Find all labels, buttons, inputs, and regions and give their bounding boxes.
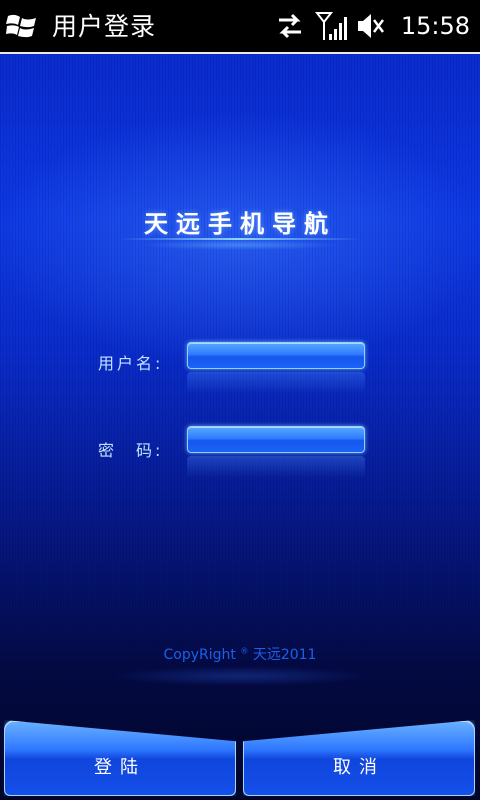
- username-input[interactable]: [187, 342, 365, 369]
- status-bar: 用户登录 15:58: [0, 0, 480, 52]
- status-icons: 15:58: [275, 0, 470, 52]
- copyright-prefix: CopyRight: [163, 647, 236, 663]
- login-panel: 天远手机导航 用户名: 密 码: CopyRight ® 天远2011: [0, 54, 480, 800]
- signal-strength-icon: [314, 12, 347, 40]
- username-input-reflection: [187, 372, 365, 394]
- copyright-suffix: 天远2011: [252, 647, 317, 663]
- password-input[interactable]: [187, 426, 365, 453]
- username-label: 用户名:: [98, 354, 164, 373]
- cancel-button-label: 取消: [333, 757, 385, 778]
- login-screen: 用户登录 15:58 天远手机导航 用户名: 密 码: CopyRight ® …: [0, 0, 480, 800]
- app-title: 用户登录: [52, 12, 157, 41]
- copyright-glow: [110, 666, 370, 686]
- login-button-label: 登陆: [94, 757, 146, 778]
- copyright-text: CopyRight ® 天远2011: [0, 644, 480, 664]
- volume-mute-icon: [357, 14, 384, 38]
- password-label: 密 码:: [98, 441, 164, 460]
- brand-glow: [140, 240, 340, 250]
- windows-start-icon[interactable]: [6, 11, 38, 41]
- copyright-symbol: ®: [240, 646, 249, 656]
- clock: 15:58: [400, 12, 470, 40]
- data-sync-icon: [278, 13, 301, 39]
- password-input-reflection: [187, 456, 365, 478]
- brand-title: 天远手机导航: [144, 210, 336, 238]
